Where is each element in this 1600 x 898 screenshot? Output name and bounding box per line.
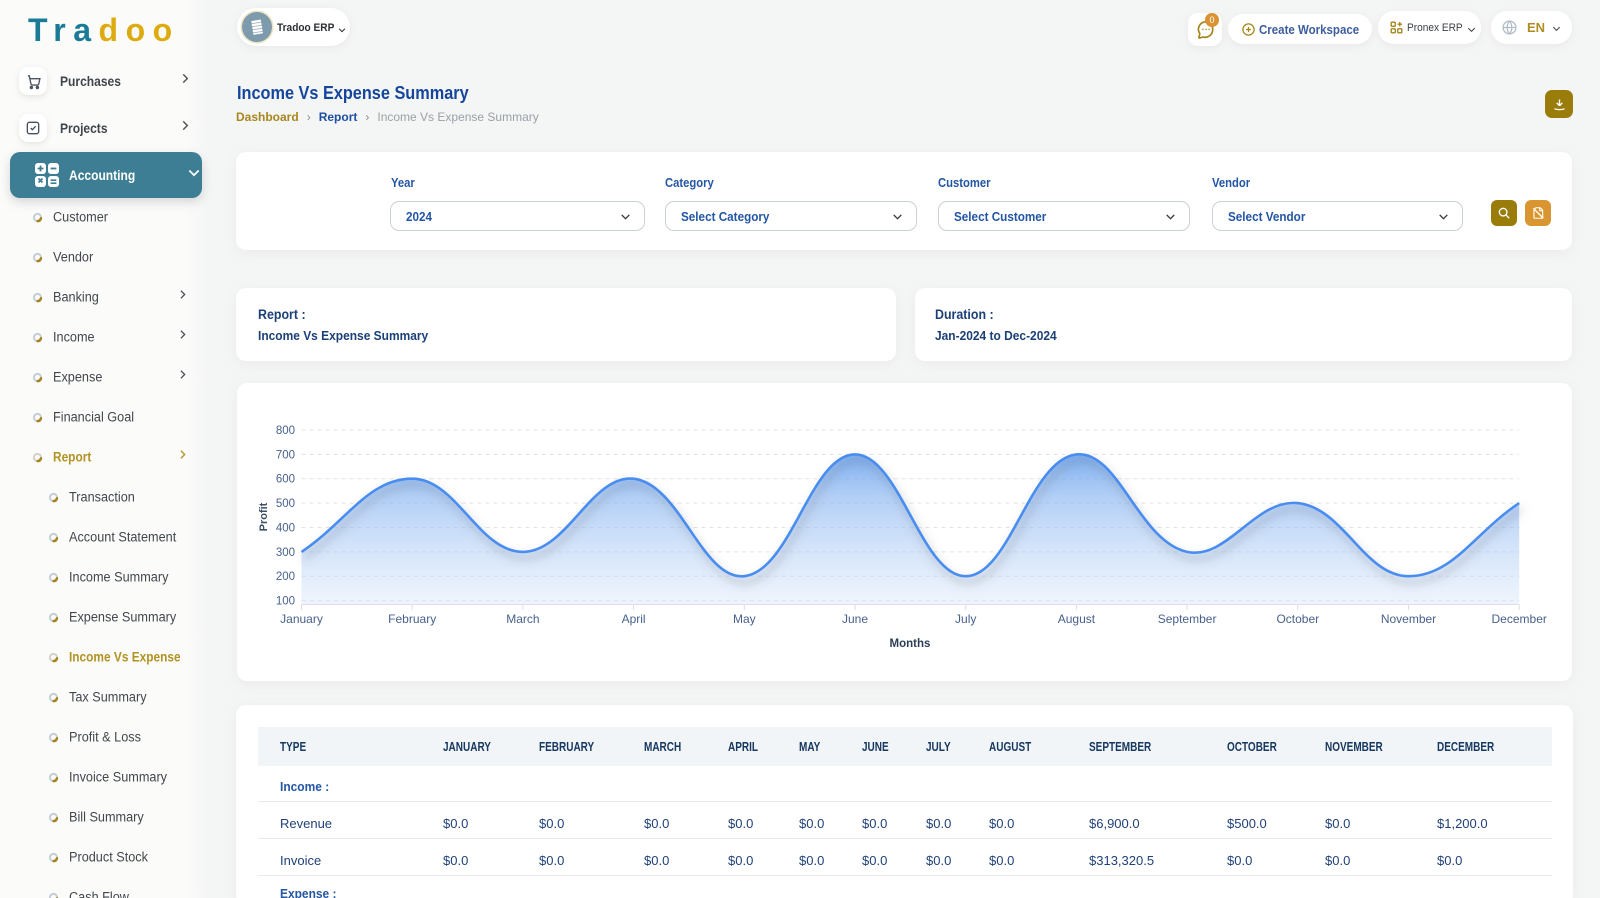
svg-text:August: August (1058, 612, 1096, 626)
svg-text:700: 700 (276, 449, 295, 461)
svg-text:January: January (280, 612, 323, 626)
svg-text:Months: Months (890, 638, 931, 650)
svg-text:December: December (1492, 612, 1547, 626)
svg-text:September: September (1158, 612, 1217, 626)
svg-text:400: 400 (276, 523, 295, 535)
svg-text:600: 600 (276, 474, 295, 486)
svg-text:May: May (733, 612, 756, 626)
svg-text:Profit: Profit (258, 502, 270, 531)
svg-text:November: November (1381, 612, 1436, 626)
svg-text:100: 100 (276, 596, 295, 608)
svg-text:March: March (506, 612, 539, 626)
svg-text:June: June (842, 612, 868, 626)
svg-text:800: 800 (276, 425, 295, 437)
svg-text:July: July (955, 612, 976, 626)
svg-text:200: 200 (276, 571, 295, 583)
svg-text:300: 300 (276, 547, 295, 559)
svg-text:October: October (1276, 612, 1319, 626)
svg-text:April: April (622, 612, 646, 626)
svg-text:February: February (388, 612, 436, 626)
svg-text:500: 500 (276, 498, 295, 510)
